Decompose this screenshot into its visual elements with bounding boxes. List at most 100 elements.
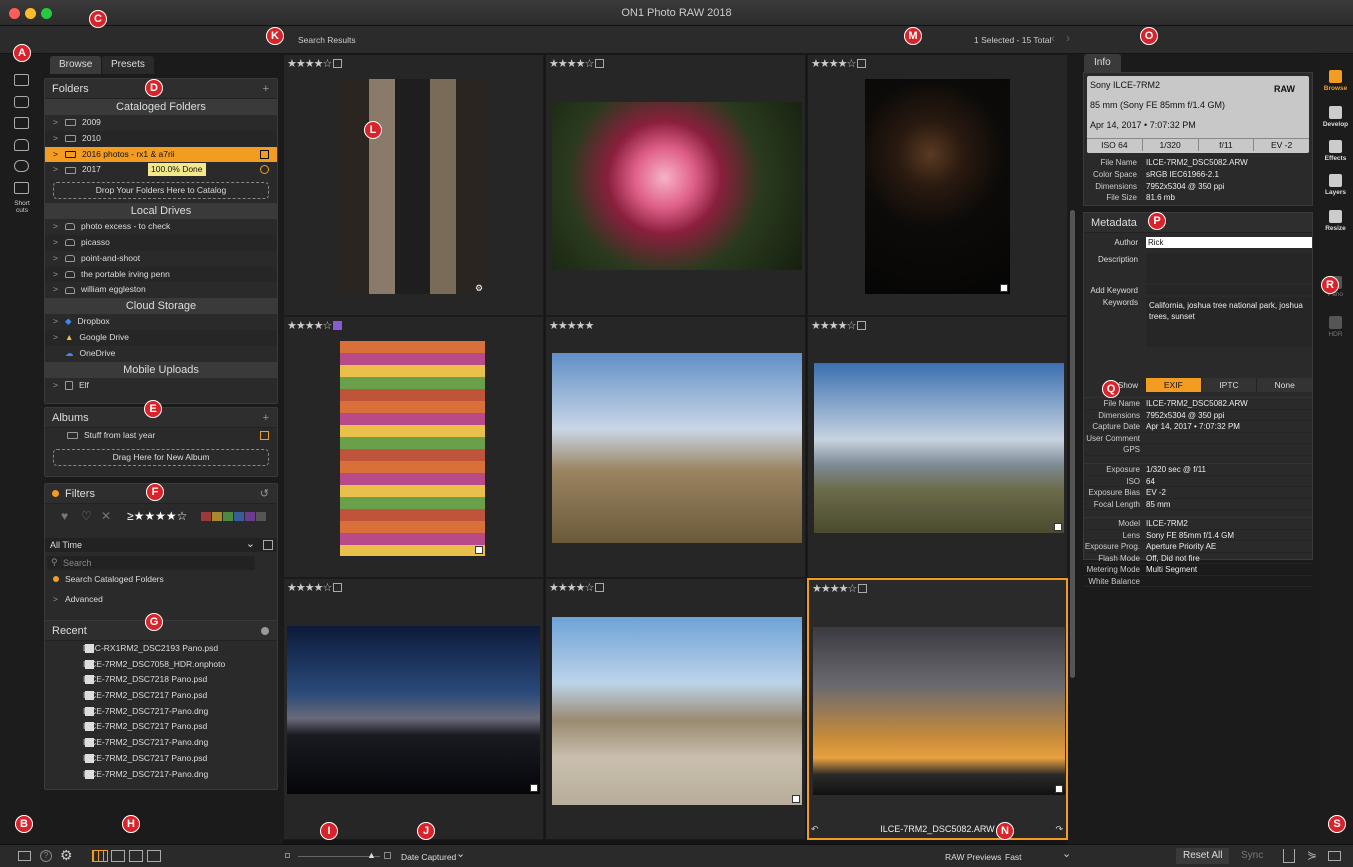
advanced-filters-toggle[interactable]: > Advanced (45, 592, 277, 608)
metadata-field-value[interactable]: Multi Segment (1146, 564, 1197, 576)
star-rating[interactable]: ★★★★☆ (811, 57, 867, 70)
photo-thumbnail[interactable] (552, 353, 802, 543)
next-arrow-icon[interactable]: › (1066, 31, 1070, 45)
filmstrip-view-icon[interactable] (129, 850, 143, 862)
star-rating[interactable]: ★★★★☆ (287, 581, 343, 594)
metadata-field-value[interactable]: ILCE-7RM2 (1146, 518, 1188, 530)
drop-folders-target[interactable]: Drop Your Folders Here to Catalog (53, 182, 269, 200)
metadata-field-value[interactable]: Aperture Priority AE (1146, 541, 1216, 553)
color-label-box[interactable] (858, 584, 868, 593)
recent-item[interactable]: ILCE-7RM2_DSC7217 Pano.psd (45, 751, 277, 767)
search-scope-option[interactable]: Search Cataloged Folders (45, 572, 277, 588)
color-label-red[interactable] (201, 512, 211, 521)
thumbnail-cell[interactable]: ★★★★☆ (807, 316, 1068, 578)
metadata-field-value[interactable]: 1/320 sec @ f/11 (1146, 464, 1206, 476)
recent-item[interactable]: ILCE-7RM2_DSC7058_HDR.onphoto (45, 657, 277, 673)
drive-item[interactable]: > point-and-shoot (45, 251, 277, 267)
star-rating[interactable]: ★★★★☆ (549, 57, 605, 70)
sort-chevron-icon[interactable]: ⌄ (456, 847, 465, 860)
recent-item[interactable]: ILCE-7RM2_DSC7217 Pano.psd (45, 688, 277, 704)
metadata-field-value[interactable]: EV -2 (1146, 487, 1166, 499)
tab-info[interactable]: Info (1084, 54, 1121, 72)
gear-icon[interactable]: ⚙ (60, 847, 73, 864)
heart-filled-icon[interactable]: ♥ (61, 509, 68, 523)
metadata-field-value[interactable]: ILCE-7RM2_DSC5082.ARW (1146, 398, 1248, 410)
recent-item[interactable]: ILCE-7RM2_DSC7217-Pano.dng (45, 704, 277, 720)
detail-view-icon[interactable] (111, 850, 125, 862)
thumbnail-cell[interactable]: ★★★★☆ ⚙ (283, 54, 544, 316)
rotate-right-icon[interactable]: ↷ (1055, 824, 1063, 835)
thumbnail-cell[interactable]: ★★★★★ (545, 316, 806, 578)
thumbnail-cell[interactable]: ★★★★☆ (807, 54, 1068, 316)
color-label-box[interactable] (333, 59, 343, 68)
album-item[interactable]: Stuff from last year (45, 428, 277, 444)
tab-presets[interactable]: Presets (102, 56, 154, 74)
cloud-item[interactable]: > ◆ Dropbox (45, 314, 277, 330)
drive-item[interactable]: > photo excess - to check (45, 219, 277, 235)
keywords-field[interactable]: California, joshua tree national park, j… (1146, 297, 1312, 347)
photo-thumbnail[interactable] (813, 627, 1065, 795)
album-catalog-icon[interactable] (260, 431, 269, 440)
photo-thumbnail[interactable] (814, 363, 1064, 533)
recent-item[interactable]: DSC-RX1RM2_DSC2193 Pano.psd (45, 641, 277, 657)
send-to-icon[interactable]: ⋟ (1307, 848, 1317, 862)
heart-outline-icon[interactable]: ♡ (81, 509, 92, 523)
color-label-box[interactable] (595, 583, 605, 592)
photo-thumbnail[interactable] (552, 617, 802, 805)
compare-view-icon[interactable] (147, 850, 161, 862)
recent-item[interactable]: ILCE-7RM2_DSC7217-Pano.dng (45, 767, 277, 783)
folder-icon[interactable] (14, 117, 29, 129)
star-rating[interactable]: ★★★★☆ (287, 57, 343, 70)
color-label-none[interactable] (256, 512, 266, 521)
raw-previews-dropdown[interactable]: Fast (1005, 852, 1022, 862)
add-folder-button[interactable]: + (263, 79, 269, 99)
camera-icon[interactable] (14, 96, 29, 108)
reject-icon[interactable]: ✕ (101, 509, 111, 523)
star-rating[interactable]: ★★★★☆ (549, 581, 605, 594)
cloud-item[interactable]: > ▲ Google Drive (45, 329, 277, 346)
cloud-item[interactable]: ☁ OneDrive (45, 346, 277, 362)
color-label-box[interactable] (595, 59, 605, 68)
photo-thumbnail[interactable] (340, 341, 485, 556)
help-icon[interactable]: ? (40, 850, 52, 862)
folder-item[interactable]: >2010 (45, 130, 277, 147)
metadata-field-value[interactable]: Apr 14, 2017 • 7:07:32 PM (1146, 421, 1240, 433)
cloud-icon[interactable] (14, 160, 29, 172)
new-album-drop-target[interactable]: Drag Here for New Album (53, 448, 269, 466)
minimize-window-button[interactable] (25, 8, 36, 19)
photo-thumbnail[interactable] (287, 626, 540, 794)
share-icon[interactable] (1283, 849, 1295, 863)
zoom-window-button[interactable] (41, 8, 52, 19)
color-label-green[interactable] (223, 512, 233, 521)
drive-item[interactable]: > the portable irving penn (45, 266, 277, 283)
sort-dropdown[interactable]: Date Captured (401, 852, 456, 862)
metadata-field-value[interactable]: Off, Did not fire (1146, 553, 1200, 565)
time-filter-dropdown[interactable]: All Time ⌄ (45, 538, 277, 552)
raw-previews-chevron-icon[interactable]: ⌄ (1062, 847, 1071, 860)
module-effects[interactable]: Effects (1318, 140, 1353, 162)
toggle-panel-icon[interactable] (18, 851, 31, 861)
photo-thumbnail[interactable] (865, 79, 1010, 294)
sync-button[interactable]: Sync (1237, 848, 1267, 864)
metadata-header[interactable]: Metadata (1084, 213, 1312, 233)
recent-item[interactable]: ILCE-7RM2_DSC7217 Pano.psd (45, 719, 277, 735)
star-rating[interactable]: ★★★★★ (549, 319, 594, 332)
color-label-box[interactable] (857, 321, 867, 330)
module-resize[interactable]: Resize (1318, 210, 1353, 232)
prev-arrow-icon[interactable]: ‹ (1051, 31, 1055, 45)
mobile-item[interactable]: > Elf (45, 378, 277, 394)
module-browse[interactable]: Browse (1318, 70, 1353, 92)
folder-item[interactable]: >2017 100.0% Done (45, 162, 277, 178)
thumbnail-cell[interactable]: ★★★★☆ (283, 578, 544, 840)
module-develop[interactable]: Develop (1318, 106, 1353, 128)
add-keyword-input[interactable] (1146, 285, 1312, 295)
slider-handle-icon[interactable]: ▲ (367, 850, 376, 860)
author-input[interactable]: Rick (1146, 237, 1312, 248)
metadata-field-value[interactable]: 85 mm (1146, 499, 1170, 511)
rating-filter[interactable]: ≥★★★★☆ (127, 509, 187, 523)
reset-all-button[interactable]: Reset All (1176, 848, 1230, 864)
color-label-box[interactable] (857, 59, 867, 68)
folder-item-selected[interactable]: >2016 photos - rx1 & a7rii (45, 146, 277, 163)
thumbnail-cell[interactable]: ★★★★☆ (545, 578, 806, 840)
color-label-box[interactable] (333, 583, 343, 592)
